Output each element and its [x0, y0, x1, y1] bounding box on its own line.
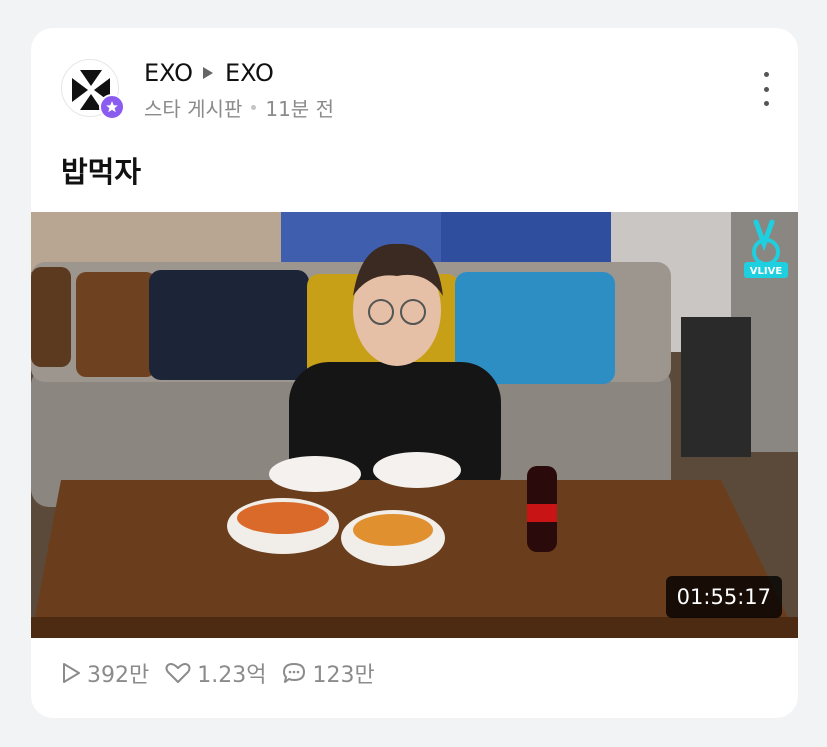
post-meta: 스타 게시판 11분 전 [144, 93, 334, 122]
plays-stat: 392만 [61, 657, 149, 689]
likes-count: 1.23억 [197, 663, 267, 688]
vlive-badge-text: VLIVE [750, 266, 783, 277]
vlive-logo-icon: VLIVE [742, 218, 790, 280]
board-name[interactable]: EXO [225, 59, 274, 87]
post-stats: 392만 1.23억 123만 [61, 658, 391, 688]
post-title: 밥먹자 [61, 155, 142, 189]
video-duration: 01:55:17 [665, 576, 782, 618]
video-thumbnail[interactable]: VLIVE 01:55:17 [31, 212, 798, 638]
channel-name[interactable]: EXO [144, 59, 193, 87]
channel-breadcrumb: EXO EXO [144, 58, 274, 88]
post-time: 11분 전 [265, 96, 334, 121]
star-badge-icon [99, 94, 125, 120]
post-card[interactable]: EXO EXO 스타 게시판 11분 전 밥먹자 VLIVE 01:55:17 … [31, 28, 798, 718]
heart-icon [165, 663, 191, 683]
play-icon [63, 663, 80, 683]
meta-separator [251, 104, 257, 110]
likes-stat[interactable]: 1.23억 [165, 657, 266, 689]
category-label[interactable]: 스타 게시판 [144, 93, 242, 122]
plays-count: 392만 [87, 663, 150, 688]
play-triangle-icon [202, 67, 213, 79]
video-frame [31, 212, 798, 638]
more-vertical-icon[interactable] [753, 72, 779, 106]
comments-stat[interactable]: 123만 [282, 657, 375, 689]
comments-count: 123만 [312, 663, 375, 688]
comment-icon [283, 663, 306, 683]
